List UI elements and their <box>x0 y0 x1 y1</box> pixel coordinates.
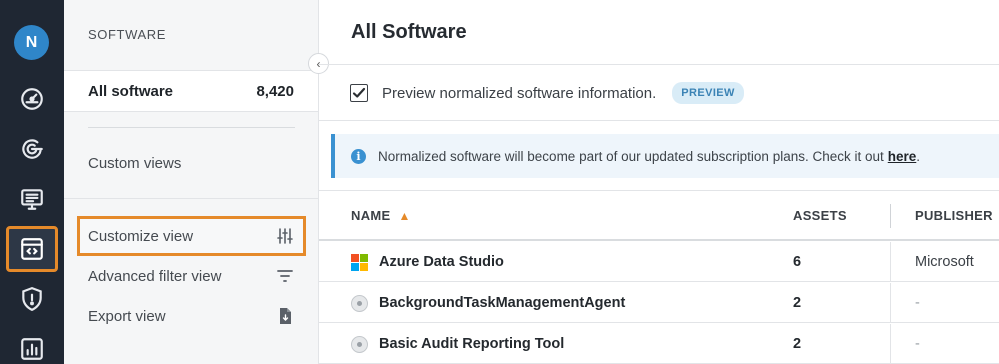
rail-reports-button[interactable] <box>8 328 56 364</box>
sort-ascending-icon: ▲ <box>398 209 411 223</box>
rail-scan-button[interactable] <box>8 128 56 170</box>
column-header-publisher[interactable]: PUBLISHER <box>915 208 993 223</box>
custom-views-link[interactable]: Custom views <box>88 155 181 172</box>
software-name[interactable]: BackgroundTaskManagementAgent <box>379 295 625 311</box>
column-separator <box>890 242 891 282</box>
table-row[interactable]: Basic Audit Reporting Tool 2 - <box>319 324 999 364</box>
asset-count: 2 <box>793 295 802 311</box>
subnav-heading: SOFTWARE <box>88 27 166 42</box>
publisher: Microsoft <box>915 254 974 270</box>
rail-dashboard-button[interactable] <box>8 78 56 120</box>
column-separator <box>890 283 891 323</box>
export-view-label: Export view <box>88 307 166 325</box>
microsoft-logo-icon <box>351 254 368 271</box>
info-icon: i <box>351 148 366 164</box>
software-name[interactable]: Basic Audit Reporting Tool <box>379 336 564 352</box>
column-header-name[interactable]: NAME ▲ <box>351 208 411 223</box>
publisher: - <box>915 336 920 352</box>
shield-alert-icon <box>22 287 42 312</box>
table-row[interactable]: Azure Data Studio 6 Microsoft <box>319 242 999 282</box>
preview-checkbox[interactable] <box>350 84 368 102</box>
notice-text: Normalized software will become part of … <box>378 148 884 164</box>
preview-badge: PREVIEW <box>672 82 744 104</box>
main-content: All Software Preview normalized software… <box>319 0 999 364</box>
generic-disc-icon <box>351 295 368 312</box>
monitor-list-icon <box>21 189 43 210</box>
divider <box>319 120 999 121</box>
notice-here-link[interactable]: here <box>888 149 917 164</box>
dashboard-icon <box>21 88 43 110</box>
scan-icon <box>22 139 43 159</box>
column-header-assets[interactable]: ASSETS <box>793 208 847 223</box>
asset-count: 2 <box>793 336 802 352</box>
info-notice: i Normalized software will become part o… <box>331 134 999 178</box>
divider <box>88 127 295 128</box>
divider <box>319 64 999 65</box>
software-name[interactable]: Azure Data Studio <box>379 254 504 270</box>
report-chart-icon <box>21 338 43 360</box>
subnav-item-all-software[interactable]: All software 8,420 <box>64 70 318 112</box>
column-separator <box>890 324 891 364</box>
advanced-filter-view-button[interactable]: Advanced filter view <box>79 258 304 294</box>
filter-icon <box>277 270 293 282</box>
software-code-icon <box>21 238 43 260</box>
checkmark-icon <box>352 87 366 98</box>
export-file-icon <box>280 308 291 324</box>
customize-view-label: Customize view <box>88 227 194 245</box>
divider <box>64 198 318 199</box>
notice-suffix: . <box>916 148 921 164</box>
all-software-label: All software <box>88 82 174 100</box>
preview-label: Preview normalized software information. <box>382 84 657 102</box>
asset-count: 6 <box>793 254 802 270</box>
sliders-icon <box>277 228 293 244</box>
software-subnav: SOFTWARE All software 8,420 Custom views… <box>64 0 319 364</box>
generic-disc-icon <box>351 336 368 353</box>
rail-assets-button[interactable] <box>8 178 56 220</box>
preview-toggle-row: Preview normalized software information.… <box>350 82 744 104</box>
rail-software-button[interactable] <box>6 226 58 272</box>
user-avatar[interactable]: N <box>14 25 49 60</box>
customize-view-button[interactable]: Customize view <box>77 216 306 256</box>
page-title: All Software <box>351 21 467 43</box>
table-row[interactable]: BackgroundTaskManagementAgent 2 - <box>319 283 999 323</box>
table-header: NAME ▲ ASSETS PUBLISHER <box>319 191 999 241</box>
publisher: - <box>915 295 920 311</box>
advanced-filter-view-label: Advanced filter view <box>88 267 222 285</box>
column-resize-handle[interactable] <box>890 204 891 228</box>
export-view-button[interactable]: Export view <box>79 298 304 334</box>
rail-security-button[interactable] <box>8 278 56 320</box>
icon-rail: N <box>0 0 64 364</box>
all-software-count: 8,420 <box>256 82 294 100</box>
